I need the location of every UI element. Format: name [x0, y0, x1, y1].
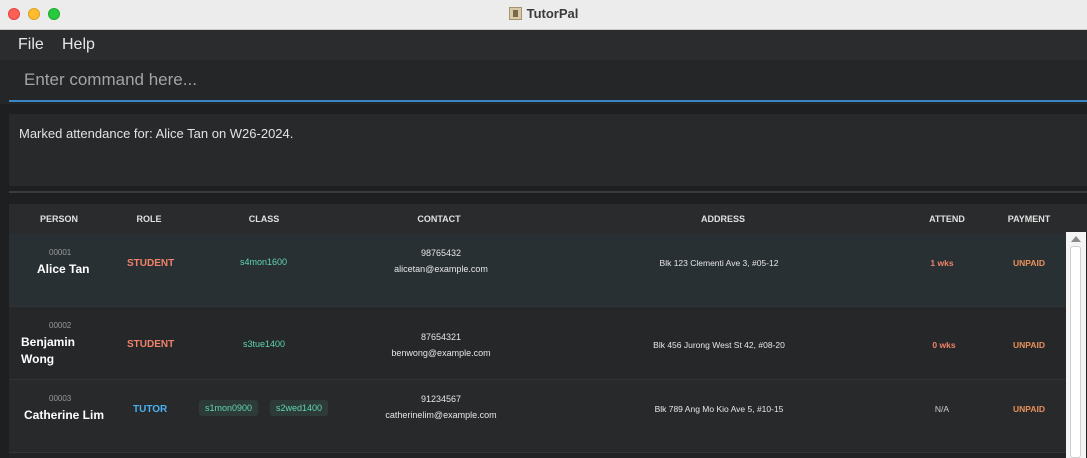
payment-status: UNPAID	[1013, 258, 1045, 268]
role-badge: STUDENT	[127, 339, 175, 350]
table-row[interactable]: 00001 Alice Tan STUDENT s4mon1600 987654…	[9, 234, 1072, 307]
split-pane-divider[interactable]	[9, 191, 1087, 193]
contact-info: 98765432 alicetan@example.com	[341, 245, 541, 277]
list-scrollbar[interactable]	[1066, 232, 1086, 458]
phone-number: 87654321	[420, 332, 462, 342]
person-id: 00002	[49, 321, 72, 330]
header-address: ADDRESS	[700, 214, 745, 224]
title-bar: TutorPal	[0, 0, 1087, 30]
contact-info: 91234567 catherinelim@example.com	[341, 391, 541, 423]
window-title: TutorPal	[0, 6, 1087, 21]
class-tag: s1mon0900	[199, 400, 259, 416]
result-message: Marked attendance for: Alice Tan on W26-…	[19, 126, 294, 141]
app-icon	[508, 7, 522, 20]
header-payment: PAYMENT	[1007, 214, 1051, 224]
scroll-up-arrow-icon[interactable]	[1071, 236, 1081, 242]
person-id: 00001	[49, 248, 72, 257]
role-badge: TUTOR	[133, 404, 168, 415]
payment-status: UNPAID	[1013, 340, 1045, 350]
person-list: PERSON ROLE CLASS CONTACT ADDRESS ATTEND…	[9, 204, 1087, 458]
phone-number: 98765432	[420, 248, 462, 258]
person-name: Catherine Lim	[24, 408, 105, 422]
table-row[interactable]: 00002 Benjamin Wong STUDENT s3tue1400 87…	[9, 307, 1072, 380]
scrollbar-thumb[interactable]	[1070, 246, 1081, 458]
command-box	[0, 60, 1087, 104]
command-input[interactable]	[9, 60, 1087, 102]
attendance-count: 0 wks	[932, 340, 956, 350]
header-contact: CONTACT	[417, 214, 461, 224]
payment-status: UNPAID	[1013, 404, 1045, 414]
address-text: Blk 789 Ang Mo Kio Ave 5, #10-15	[654, 404, 784, 414]
address-text: Blk 123 Clementi Ave 3, #05-12	[659, 258, 779, 268]
header-attend: ATTEND	[929, 214, 965, 224]
role-badge: STUDENT	[127, 258, 175, 269]
contact-info: 87654321 benwong@example.com	[341, 329, 541, 361]
person-name: Alice Tan	[37, 262, 90, 276]
menu-help[interactable]: Help	[62, 36, 95, 54]
attendance-count: 1 wks	[930, 258, 954, 268]
table-header: PERSON ROLE CLASS CONTACT ADDRESS ATTEND…	[9, 204, 1087, 234]
table-row[interactable]: 00003 Catherine Lim TUTOR s1mon0900 s2we…	[9, 380, 1072, 453]
address-text: Blk 456 Jurong West St 42, #08-20	[653, 340, 785, 350]
menu-bar: File Help	[0, 30, 1087, 60]
email-address: catherinelim@example.com	[385, 410, 497, 420]
attendance-count: N/A	[934, 404, 950, 414]
menu-file[interactable]: File	[18, 36, 44, 54]
person-name-line1: Benjamin	[21, 335, 76, 349]
window-title-text: TutorPal	[526, 6, 579, 21]
result-display: Marked attendance for: Alice Tan on W26-…	[9, 114, 1087, 186]
header-role: ROLE	[136, 214, 162, 224]
email-address: alicetan@example.com	[394, 264, 488, 274]
header-class: CLASS	[248, 214, 280, 224]
person-name-line2: Wong	[21, 352, 55, 366]
phone-number: 91234567	[420, 394, 462, 404]
class-tag: s3tue1400	[243, 339, 286, 349]
class-tag: s4mon1600	[240, 257, 288, 267]
header-person: PERSON	[39, 214, 78, 224]
person-id: 00003	[49, 394, 72, 403]
class-tag: s2wed1400	[270, 400, 329, 416]
email-address: benwong@example.com	[391, 348, 491, 358]
